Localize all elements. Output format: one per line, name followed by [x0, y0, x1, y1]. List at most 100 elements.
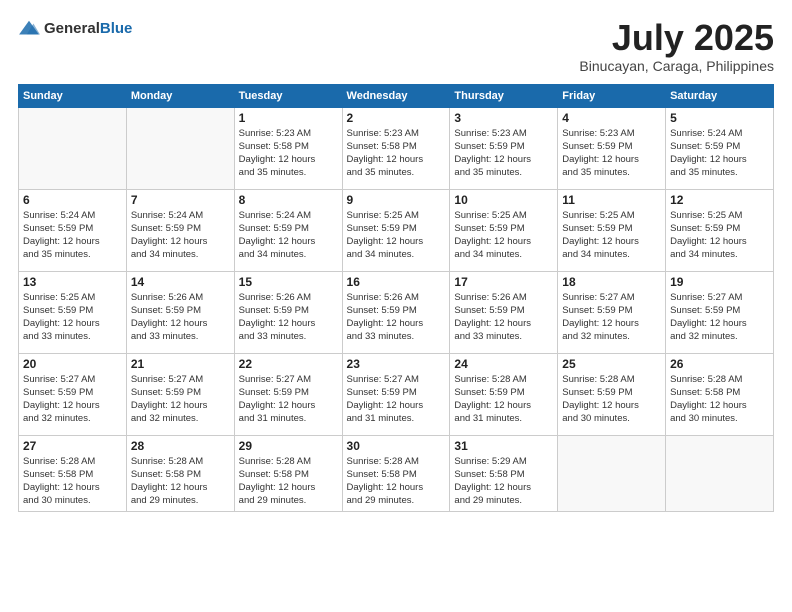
- calendar-cell: [666, 435, 774, 511]
- day-info: Sunrise: 5:28 AM Sunset: 5:58 PM Dayligh…: [347, 455, 446, 508]
- day-info: Sunrise: 5:23 AM Sunset: 5:59 PM Dayligh…: [454, 127, 553, 180]
- day-info: Sunrise: 5:25 AM Sunset: 5:59 PM Dayligh…: [670, 209, 769, 262]
- calendar-cell: 12 Sunrise: 5:25 AM Sunset: 5:59 PM Dayli…: [666, 189, 774, 271]
- calendar-cell: 7Sunrise: 5:24 AM Sunset: 5:59 PM Daylig…: [126, 189, 234, 271]
- location: Binucayan, Caraga, Philippines: [579, 58, 774, 74]
- calendar-table: SundayMondayTuesdayWednesdayThursdayFrid…: [18, 84, 774, 512]
- day-number: 1: [239, 111, 338, 125]
- calendar-cell: 18Sunrise: 5:27 AM Sunset: 5:59 PM Dayli…: [558, 271, 666, 353]
- day-number: 20: [23, 357, 122, 371]
- calendar-cell: 15 Sunrise: 5:26 AM Sunset: 5:59 PM Dayli…: [234, 271, 342, 353]
- day-info: Sunrise: 5:28 AM Sunset: 5:58 PM Dayligh…: [239, 455, 338, 508]
- day-info: Sunrise: 5:28 AM Sunset: 5:58 PM Dayligh…: [23, 455, 122, 508]
- day-info: Sunrise: 5:28 AM Sunset: 5:58 PM Dayligh…: [670, 373, 769, 426]
- day-info: Sunrise: 5:28 AM Sunset: 5:59 PM Dayligh…: [454, 373, 553, 426]
- day-number: 25: [562, 357, 661, 371]
- day-number: 24: [454, 357, 553, 371]
- day-info: Sunrise: 5:25 AM Sunset: 5:59 PM Dayligh…: [23, 291, 122, 344]
- weekday-header: Sunday: [19, 84, 127, 107]
- weekday-header: Tuesday: [234, 84, 342, 107]
- calendar-cell: 30 Sunrise: 5:28 AM Sunset: 5:58 PM Dayli…: [342, 435, 450, 511]
- day-number: 13: [23, 275, 122, 289]
- calendar-week-row: 13 Sunrise: 5:25 AM Sunset: 5:59 PM Dayli…: [19, 271, 774, 353]
- day-number: 5: [670, 111, 769, 125]
- day-info: Sunrise: 5:25 AM Sunset: 5:59 PM Dayligh…: [562, 209, 661, 262]
- day-info: Sunrise: 5:25 AM Sunset: 5:59 PM Dayligh…: [454, 209, 553, 262]
- calendar-cell: [19, 107, 127, 189]
- calendar-cell: 26 Sunrise: 5:28 AM Sunset: 5:58 PM Dayli…: [666, 353, 774, 435]
- logo-text: GeneralBlue: [44, 20, 132, 38]
- calendar-cell: 27Sunrise: 5:28 AM Sunset: 5:58 PM Dayli…: [19, 435, 127, 511]
- day-info: Sunrise: 5:25 AM Sunset: 5:59 PM Dayligh…: [347, 209, 446, 262]
- calendar-cell: 14Sunrise: 5:26 AM Sunset: 5:59 PM Dayli…: [126, 271, 234, 353]
- calendar-cell: 28Sunrise: 5:28 AM Sunset: 5:58 PM Dayli…: [126, 435, 234, 511]
- day-number: 3: [454, 111, 553, 125]
- day-number: 30: [347, 439, 446, 453]
- day-number: 29: [239, 439, 338, 453]
- day-number: 26: [670, 357, 769, 371]
- day-number: 8: [239, 193, 338, 207]
- calendar-cell: 1 Sunrise: 5:23 AM Sunset: 5:58 PM Daylig…: [234, 107, 342, 189]
- calendar-cell: 24 Sunrise: 5:28 AM Sunset: 5:59 PM Dayli…: [450, 353, 558, 435]
- day-info: Sunrise: 5:24 AM Sunset: 5:59 PM Dayligh…: [239, 209, 338, 262]
- day-number: 23: [347, 357, 446, 371]
- weekday-header: Wednesday: [342, 84, 450, 107]
- day-number: 9: [347, 193, 446, 207]
- calendar-cell: 4Sunrise: 5:23 AM Sunset: 5:59 PM Daylig…: [558, 107, 666, 189]
- day-info: Sunrise: 5:24 AM Sunset: 5:59 PM Dayligh…: [23, 209, 122, 262]
- calendar-cell: [126, 107, 234, 189]
- day-number: 2: [347, 111, 446, 125]
- calendar-cell: 10 Sunrise: 5:25 AM Sunset: 5:59 PM Dayli…: [450, 189, 558, 271]
- day-info: Sunrise: 5:28 AM Sunset: 5:59 PM Dayligh…: [562, 373, 661, 426]
- calendar-cell: 16Sunrise: 5:26 AM Sunset: 5:59 PM Dayli…: [342, 271, 450, 353]
- calendar-week-row: 27Sunrise: 5:28 AM Sunset: 5:58 PM Dayli…: [19, 435, 774, 511]
- calendar-cell: 22 Sunrise: 5:27 AM Sunset: 5:59 PM Dayli…: [234, 353, 342, 435]
- day-info: Sunrise: 5:27 AM Sunset: 5:59 PM Dayligh…: [239, 373, 338, 426]
- logo: GeneralBlue: [18, 18, 132, 40]
- calendar-cell: [558, 435, 666, 511]
- day-info: Sunrise: 5:23 AM Sunset: 5:58 PM Dayligh…: [347, 127, 446, 180]
- calendar-cell: 29 Sunrise: 5:28 AM Sunset: 5:58 PM Dayli…: [234, 435, 342, 511]
- weekday-header: Thursday: [450, 84, 558, 107]
- day-number: 15: [239, 275, 338, 289]
- page: GeneralBlue July 2025 Binucayan, Caraga,…: [0, 0, 792, 612]
- day-info: Sunrise: 5:27 AM Sunset: 5:59 PM Dayligh…: [23, 373, 122, 426]
- month-title: July 2025: [579, 18, 774, 58]
- day-number: 10: [454, 193, 553, 207]
- calendar-cell: 23Sunrise: 5:27 AM Sunset: 5:59 PM Dayli…: [342, 353, 450, 435]
- calendar-cell: 2 Sunrise: 5:23 AM Sunset: 5:58 PM Daylig…: [342, 107, 450, 189]
- weekday-header: Monday: [126, 84, 234, 107]
- day-info: Sunrise: 5:26 AM Sunset: 5:59 PM Dayligh…: [239, 291, 338, 344]
- day-number: 31: [454, 439, 553, 453]
- calendar-cell: 21Sunrise: 5:27 AM Sunset: 5:59 PM Dayli…: [126, 353, 234, 435]
- calendar-cell: 13 Sunrise: 5:25 AM Sunset: 5:59 PM Dayli…: [19, 271, 127, 353]
- day-number: 4: [562, 111, 661, 125]
- header: GeneralBlue July 2025 Binucayan, Caraga,…: [18, 18, 774, 74]
- logo-general: GeneralBlue: [44, 20, 132, 38]
- day-info: Sunrise: 5:23 AM Sunset: 5:58 PM Dayligh…: [239, 127, 338, 180]
- calendar-cell: 5 Sunrise: 5:24 AM Sunset: 5:59 PM Daylig…: [666, 107, 774, 189]
- day-info: Sunrise: 5:27 AM Sunset: 5:59 PM Dayligh…: [670, 291, 769, 344]
- day-info: Sunrise: 5:24 AM Sunset: 5:59 PM Dayligh…: [670, 127, 769, 180]
- calendar-cell: 31 Sunrise: 5:29 AM Sunset: 5:58 PM Dayli…: [450, 435, 558, 511]
- logo-icon: [18, 18, 40, 40]
- day-info: Sunrise: 5:24 AM Sunset: 5:59 PM Dayligh…: [131, 209, 230, 262]
- day-number: 28: [131, 439, 230, 453]
- title-section: July 2025 Binucayan, Caraga, Philippines: [579, 18, 774, 74]
- day-info: Sunrise: 5:29 AM Sunset: 5:58 PM Dayligh…: [454, 455, 553, 508]
- calendar-cell: 9 Sunrise: 5:25 AM Sunset: 5:59 PM Daylig…: [342, 189, 450, 271]
- day-number: 17: [454, 275, 553, 289]
- day-number: 21: [131, 357, 230, 371]
- calendar-cell: 20 Sunrise: 5:27 AM Sunset: 5:59 PM Dayli…: [19, 353, 127, 435]
- calendar-header-row: SundayMondayTuesdayWednesdayThursdayFrid…: [19, 84, 774, 107]
- calendar-cell: 6 Sunrise: 5:24 AM Sunset: 5:59 PM Daylig…: [19, 189, 127, 271]
- day-number: 22: [239, 357, 338, 371]
- weekday-header: Friday: [558, 84, 666, 107]
- day-number: 12: [670, 193, 769, 207]
- day-number: 6: [23, 193, 122, 207]
- calendar-cell: 17Sunrise: 5:26 AM Sunset: 5:59 PM Dayli…: [450, 271, 558, 353]
- calendar-cell: 11Sunrise: 5:25 AM Sunset: 5:59 PM Dayli…: [558, 189, 666, 271]
- calendar-week-row: 20 Sunrise: 5:27 AM Sunset: 5:59 PM Dayli…: [19, 353, 774, 435]
- day-info: Sunrise: 5:27 AM Sunset: 5:59 PM Dayligh…: [562, 291, 661, 344]
- day-info: Sunrise: 5:26 AM Sunset: 5:59 PM Dayligh…: [347, 291, 446, 344]
